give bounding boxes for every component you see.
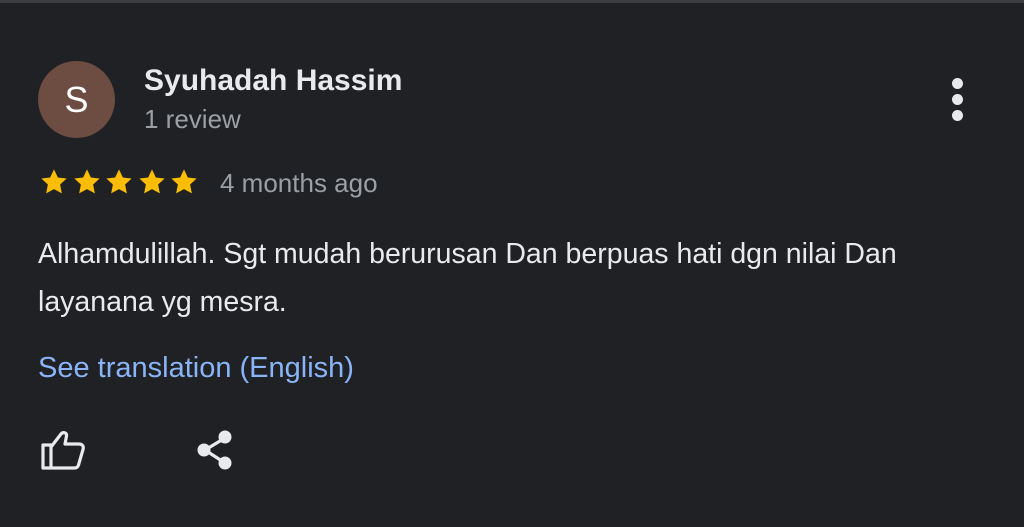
star-icon <box>71 166 103 198</box>
divider <box>0 0 1024 3</box>
review-text: Alhamdulillah. Sgt mudah berurusan Dan b… <box>38 238 897 318</box>
author-name[interactable]: Syuhadah Hassim <box>144 62 402 100</box>
review-time: 4 months ago <box>220 168 378 198</box>
star-icon <box>168 166 200 198</box>
like-button[interactable] <box>38 426 88 474</box>
avatar-initial: S <box>64 79 89 120</box>
share-icon <box>197 430 232 470</box>
more-vert-icon <box>952 78 963 89</box>
more-options-button[interactable] <box>936 72 980 126</box>
avatar[interactable]: S <box>38 61 115 138</box>
see-translation-link[interactable]: See translation (English) <box>38 348 354 388</box>
star-icon <box>103 166 135 198</box>
star-rating <box>38 166 201 198</box>
review-card: S Syuhadah Hassim 1 review 4 months ago … <box>0 0 1024 527</box>
thumb-up-icon <box>41 431 85 470</box>
star-icon <box>136 166 168 198</box>
review-count: 1 review <box>144 104 241 134</box>
share-button[interactable] <box>192 426 242 474</box>
star-icon <box>38 166 70 198</box>
